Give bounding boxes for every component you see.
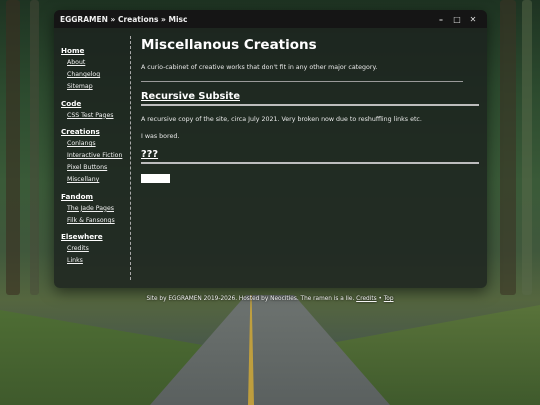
close-button[interactable]: ✕ <box>465 15 481 24</box>
footer-separator: • <box>378 296 382 302</box>
nav-heading-fandom[interactable]: Fandom <box>61 192 130 201</box>
section-heading-mystery[interactable]: ??? <box>141 149 479 160</box>
nav-link-sitemap[interactable]: Sitemap <box>67 81 130 93</box>
section-paragraph: A recursive copy of the site, circa July… <box>141 116 422 123</box>
app-window: EGGRAMEN » Creations » Misc – □ ✕ Home A… <box>54 10 487 288</box>
title-bar: EGGRAMEN » Creations » Misc – □ ✕ <box>54 10 487 28</box>
nav-link-changelog[interactable]: Changelog <box>67 69 130 81</box>
nav-link-miscellany[interactable]: Miscellany <box>67 174 130 186</box>
footer-top-link[interactable]: Top <box>384 296 394 302</box>
nav-link-css-test-pages[interactable]: CSS Test Pages <box>67 110 130 122</box>
mystery-button[interactable] <box>141 174 170 183</box>
minimize-button[interactable]: – <box>433 15 449 24</box>
main-content: Miscellanous Creations A curio-cabinet o… <box>131 28 487 288</box>
section-paragraph: I was bored. <box>141 133 180 140</box>
section-rule <box>141 162 479 164</box>
maximize-button[interactable]: □ <box>449 15 465 24</box>
footer-text: Site by EGGRAMEN 2019-2026. Hosted by Ne… <box>146 296 355 302</box>
section-rule <box>141 104 479 106</box>
site-footer: Site by EGGRAMEN 2019-2026. Hosted by Ne… <box>0 296 540 302</box>
nav-heading-home[interactable]: Home <box>61 46 130 55</box>
nav-heading-creations[interactable]: Creations <box>61 127 130 136</box>
window-title: EGGRAMEN » Creations » Misc <box>60 14 188 24</box>
intro-text: A curio-cabinet of creative works that d… <box>141 64 378 71</box>
nav-link-conlangs[interactable]: Conlangs <box>67 138 130 150</box>
nav-link-pixel-buttons[interactable]: Pixel Buttons <box>67 162 130 174</box>
sidebar-nav: Home About Changelog Sitemap Code CSS Te… <box>54 36 131 280</box>
page-title: Miscellanous Creations <box>141 37 317 53</box>
nav-link-jade-pages[interactable]: The Jade Pages <box>67 203 130 215</box>
divider <box>141 81 463 82</box>
nav-link-interactive-fiction[interactable]: Interactive Fiction <box>67 150 130 162</box>
nav-heading-elsewhere[interactable]: Elsewhere <box>61 232 130 241</box>
nav-heading-code[interactable]: Code <box>61 99 130 108</box>
nav-link-filk-fansongs[interactable]: Filk & Fansongs <box>67 215 130 227</box>
nav-link-links[interactable]: Links <box>67 255 130 267</box>
nav-link-about[interactable]: About <box>67 57 130 69</box>
footer-credits-link[interactable]: Credits <box>356 296 376 302</box>
nav-link-credits[interactable]: Credits <box>67 243 130 255</box>
section-heading-recursive-subsite[interactable]: Recursive Subsite <box>141 91 479 102</box>
